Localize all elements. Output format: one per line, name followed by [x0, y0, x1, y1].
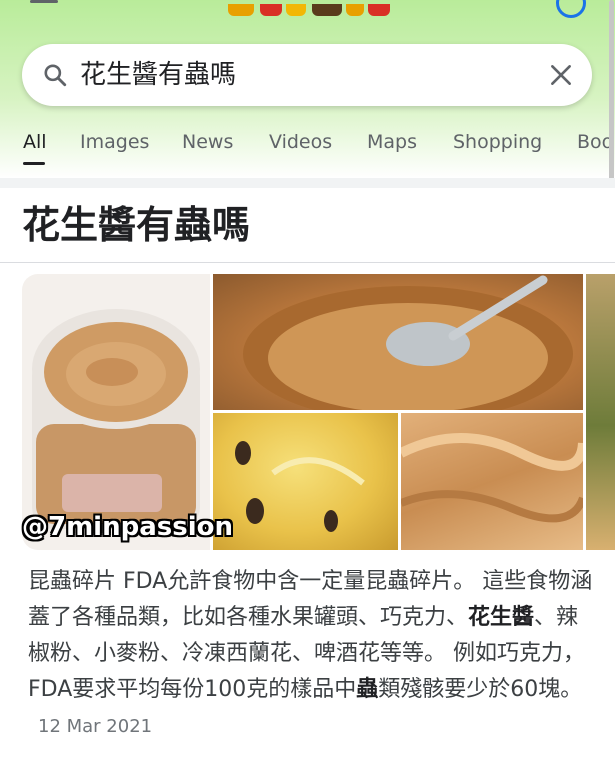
snippet-highlight: 花生醬: [468, 605, 535, 630]
tab-images[interactable]: Images: [80, 131, 149, 153]
search-input[interactable]: 花生醬有蟲嗎: [80, 44, 236, 106]
menu-icon[interactable]: [30, 0, 58, 3]
image-partial-next[interactable]: [586, 274, 615, 550]
tab-books[interactable]: Boo: [577, 131, 613, 153]
tab-videos[interactable]: Videos: [269, 131, 332, 153]
snippet-date: 12 Mar 2021: [38, 716, 153, 737]
active-tab-indicator: [23, 162, 45, 165]
snippet-highlight: 蟲: [356, 677, 379, 702]
image-peanut-butter-texture[interactable]: [401, 413, 583, 550]
section-divider: [0, 178, 615, 188]
clear-icon[interactable]: [548, 62, 574, 88]
image-grid: [22, 274, 615, 550]
search-icon: [44, 64, 67, 87]
tab-shopping[interactable]: Shopping: [453, 131, 542, 153]
tab-news[interactable]: News: [182, 131, 233, 153]
snippet-text: 類殘骸要少於60塊。: [378, 677, 583, 702]
tab-all[interactable]: All: [23, 131, 47, 153]
tab-maps[interactable]: Maps: [367, 131, 417, 153]
image-peanut-butter-jar[interactable]: [22, 274, 210, 550]
result-snippet: 昆蟲碎片 FDA允許食物中含一定量昆蟲碎片。 這些食物涵蓋了各種品類，比如各種水…: [28, 564, 598, 745]
search-bar[interactable]: 花生醬有蟲嗎: [22, 44, 592, 106]
scrollbar[interactable]: [609, 0, 614, 185]
google-doodle-logo[interactable]: [228, 0, 393, 16]
image-spoon-in-jar[interactable]: [213, 274, 583, 410]
title-divider: [0, 262, 615, 263]
search-tabs: All Images News Videos Maps Shopping Boo: [0, 124, 615, 168]
result-title: 花生醬有蟲嗎: [22, 203, 251, 247]
image-insects-closeup[interactable]: [213, 413, 398, 550]
watermark-text: @7minpassion: [22, 512, 233, 542]
